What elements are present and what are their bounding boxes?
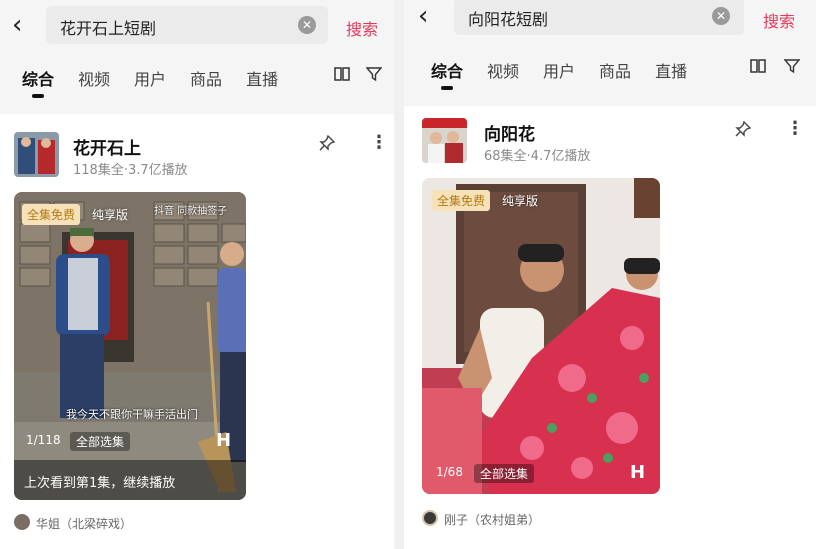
search-button[interactable]: 搜索 (346, 16, 378, 40)
drama-cover-thumb[interactable] (14, 132, 59, 177)
pure-version-label: 纯享版 (502, 194, 539, 208)
video-frame (14, 192, 246, 500)
clear-icon[interactable]: ✕ (298, 16, 316, 34)
search-input[interactable]: 向阳花短剧 ✕ (454, 0, 744, 35)
filter-icon[interactable] (783, 58, 801, 78)
search-query: 向阳花短剧 (468, 10, 549, 29)
tab-video[interactable]: 视频 (78, 66, 110, 90)
tab-live[interactable]: 直播 (655, 58, 687, 82)
author-avatar[interactable] (14, 514, 30, 530)
author-name[interactable]: 刚子（农村姐弟） (444, 511, 540, 528)
all-episodes-button[interactable]: 全部选集 (474, 464, 535, 483)
pure-version-label: 纯享版 (92, 208, 129, 222)
tab-comprehensive[interactable]: 综合 (431, 58, 463, 90)
video-subtitle: 我今天不跟你干嘛手活出门 (66, 408, 198, 421)
video-watermark: 抖音 同款抽签子 (154, 206, 228, 217)
drama-meta: 118集全·3.7亿播放 (73, 163, 188, 178)
grid-view-icon[interactable] (334, 66, 350, 86)
search-input[interactable]: 花开石上短剧 ✕ (46, 6, 328, 44)
pin-icon[interactable] (318, 134, 336, 156)
episode-list-icon[interactable]: H (630, 462, 645, 483)
filter-icon[interactable] (365, 66, 383, 86)
tab-users[interactable]: 用户 (543, 58, 575, 82)
tab-live[interactable]: 直播 (246, 66, 278, 90)
author-name[interactable]: 华姐（北梁碎戏） (36, 515, 132, 532)
episode-list-icon[interactable]: H (216, 430, 231, 451)
pin-icon[interactable] (734, 120, 752, 142)
left-search-panel: ‹ 花开石上短剧 ✕ 搜索 综合 视频 用户 商品 直播 花开石上 118集全·… (0, 0, 394, 549)
right-search-panel: ‹ 向阳花短剧 ✕ 搜索 综合 视频 用户 商品 直播 向阳花 68集全·4.7… (404, 0, 816, 549)
free-badge: 全集免费 (22, 204, 81, 225)
drama-result-card[interactable]: 花开石上 118集全·3.7亿播放 ⋮ 全集免费 纯享版 抖音 同款抽签子 我今… (0, 114, 394, 549)
tab-bar: 综合 视频 用户 商品 直播 (22, 66, 302, 98)
search-button[interactable]: 搜索 (763, 8, 795, 32)
video-player[interactable]: 全集免费 纯享版 抖音 同款抽签子 我今天不跟你干嘛手活出门 1/118 全部选… (14, 192, 246, 500)
clear-icon[interactable]: ✕ (712, 7, 730, 25)
tab-video[interactable]: 视频 (487, 58, 519, 82)
video-frame (422, 178, 660, 494)
resume-banner[interactable]: 上次看到第1集，继续播放 (14, 460, 246, 500)
episode-counter: 1/68 (436, 465, 463, 479)
back-icon[interactable]: ‹ (12, 12, 22, 38)
tab-users[interactable]: 用户 (134, 66, 166, 90)
video-player[interactable]: 全集免费 纯享版 1/68 全部选集 H (422, 178, 660, 494)
more-vertical-icon[interactable]: ⋮ (370, 132, 388, 153)
drama-title[interactable]: 花开石上 (73, 134, 141, 159)
drama-result-card[interactable]: 向阳花 68集全·4.7亿播放 ⋮ 全集免费 纯享版 1/68 全部选集 H 刚… (404, 112, 816, 549)
tab-bar: 综合 视频 用户 商品 直播 (431, 58, 711, 90)
all-episodes-button[interactable]: 全部选集 (70, 432, 131, 451)
drama-cover-thumb[interactable] (422, 118, 467, 163)
drama-meta: 68集全·4.7亿播放 (484, 149, 591, 164)
more-vertical-icon[interactable]: ⋮ (786, 118, 804, 139)
author-avatar[interactable] (422, 510, 438, 526)
episode-counter: 1/118 (26, 433, 61, 447)
tab-products[interactable]: 商品 (599, 58, 631, 82)
back-icon[interactable]: ‹ (418, 3, 428, 29)
tab-products[interactable]: 商品 (190, 66, 222, 90)
tab-comprehensive[interactable]: 综合 (22, 66, 54, 98)
free-badge: 全集免费 (432, 190, 491, 211)
search-query: 花开石上短剧 (60, 19, 157, 38)
drama-title[interactable]: 向阳花 (484, 120, 535, 145)
grid-view-icon[interactable] (750, 58, 766, 78)
